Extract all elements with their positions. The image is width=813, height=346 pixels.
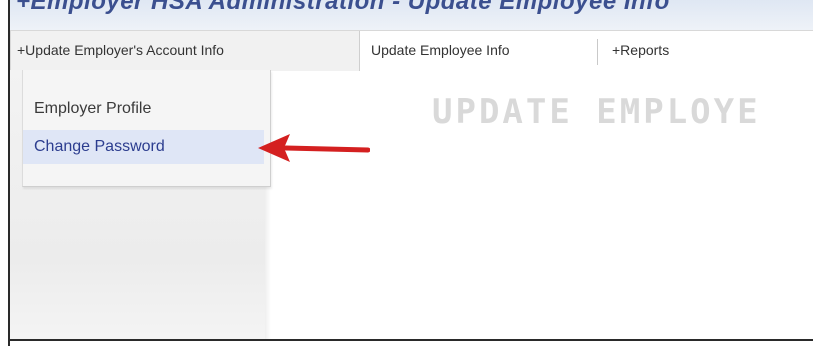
- section-heading: UPDATE EMPLOYE: [432, 92, 761, 132]
- nav-separator: [597, 39, 598, 65]
- page-title: +Employer HSA Administration - Update Em…: [16, 0, 670, 15]
- nav-update-employer-account-info[interactable]: +Update Employer's Account Info: [10, 31, 360, 71]
- menu-item-change-password[interactable]: Change Password: [23, 130, 264, 164]
- nav-reports[interactable]: +Reports: [612, 31, 702, 71]
- nav-update-employee-info[interactable]: Update Employee Info: [371, 31, 597, 71]
- frame-border-bottom: [8, 339, 813, 341]
- top-nav: +Update Employer's Account Info Update E…: [10, 30, 813, 71]
- app-window: +Employer HSA Administration - Update Em…: [0, 0, 813, 346]
- left-arrow-icon: [258, 134, 370, 162]
- account-info-dropdown: Employer Profile Change Password: [22, 70, 271, 187]
- menu-item-employer-profile[interactable]: Employer Profile: [23, 92, 264, 126]
- frame-border-left: [8, 0, 10, 346]
- app-header: +Employer HSA Administration - Update Em…: [10, 0, 813, 30]
